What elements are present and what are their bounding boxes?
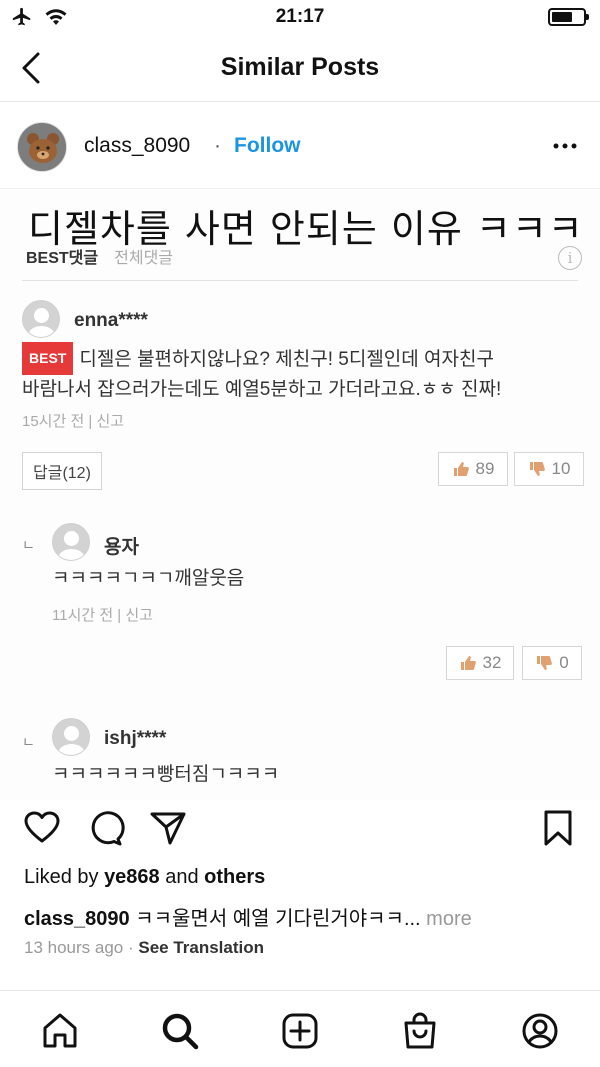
bottom-tab-bar: [0, 990, 600, 1067]
avatar[interactable]: [17, 122, 67, 172]
comment-line: 디젤은 불편하지않나요? 제친구! 5디젤인데 여자친구: [79, 349, 494, 370]
battery-icon: [548, 8, 589, 26]
profile-icon: [522, 1013, 558, 1049]
upvote-button: 32: [446, 646, 514, 680]
comment-text: BEST 디젤은 불편하지않나요? 제친구! 5디젤인데 여자친구 바람나서 잡으…: [22, 342, 501, 404]
post-header: class_8090 · Follow: [0, 103, 600, 189]
page-title: Similar Posts: [220, 53, 380, 81]
reply-count-button: 답글(12): [22, 452, 102, 490]
status-bar: 21:17: [0, 0, 600, 36]
follow-button[interactable]: Follow: [234, 134, 301, 158]
tab-create[interactable]: [280, 1011, 320, 1051]
save-button[interactable]: [538, 808, 578, 853]
comment-icon: [91, 811, 125, 846]
comment-button[interactable]: [86, 808, 126, 853]
tab-profile[interactable]: [520, 1011, 560, 1051]
clock: 21:17: [275, 6, 325, 27]
separator-dot: ·: [214, 134, 221, 157]
caption-username[interactable]: class_8090: [24, 908, 130, 930]
more-icon: [553, 143, 577, 149]
divider: [22, 280, 578, 281]
post-image[interactable]: 디젤차를 사면 안되는 이유 ㅋㅋㅋ BEST댓글 전체댓글 i enna****…: [0, 190, 600, 800]
downvote-button: 10: [514, 452, 584, 486]
comment-text: ㅋㅋㅋㅋㄱㅋㄱ깨알웃음: [52, 568, 245, 589]
likes-summary[interactable]: Liked by ye868 and others: [24, 866, 265, 889]
caption-more-link[interactable]: more: [426, 908, 472, 930]
add-post-icon: [282, 1013, 318, 1049]
like-button[interactable]: [22, 808, 62, 853]
liked-by-others[interactable]: others: [204, 866, 265, 888]
post-caption: class_8090 ㅋㅋ울면서 예열 기다린거야ㅋㅋ... more: [24, 902, 472, 931]
post-actions: [0, 806, 600, 856]
comment-author: 용자: [104, 537, 139, 558]
search-icon: [162, 1013, 199, 1050]
tab-all-comments: 전체댓글: [114, 250, 174, 267]
thumbs-down-icon: [529, 462, 545, 476]
heart-icon: [24, 811, 60, 843]
comment-line: 바람나서 잡으러가는데도 예열5분하고 가더라고요.ㅎㅎ 진짜!: [22, 379, 502, 400]
comment-avatar: [52, 718, 90, 756]
comment-meta: 11시간 전 | 신고: [52, 607, 153, 624]
reply-marker: ㄴ: [22, 537, 35, 553]
post-meta: 13 hours ago · See Translation: [24, 938, 265, 957]
comment-avatar: [52, 523, 90, 561]
thumbs-up-icon: [460, 656, 476, 670]
tab-home[interactable]: [40, 1011, 80, 1051]
share-button[interactable]: [148, 808, 188, 853]
reply-marker: ㄴ: [22, 734, 35, 750]
see-translation-link[interactable]: See Translation: [138, 938, 264, 957]
comment-author: enna****: [74, 310, 148, 331]
thumbs-down-icon: [537, 656, 553, 670]
bookmark-icon: [544, 810, 572, 846]
best-badge: BEST: [22, 342, 74, 375]
home-icon: [43, 1013, 77, 1048]
more-options-button[interactable]: [552, 138, 578, 154]
share-icon: [150, 812, 186, 845]
tab-search[interactable]: [160, 1011, 200, 1051]
post-username[interactable]: class_8090: [84, 134, 190, 158]
shop-icon: [404, 1012, 436, 1049]
upvote-button: 89: [438, 452, 508, 486]
comment-meta: 15시간 전 | 신고: [22, 413, 125, 430]
thumbs-up-icon: [453, 462, 469, 476]
tab-shop[interactable]: [400, 1011, 440, 1051]
tab-best-comments: BEST댓글: [26, 250, 99, 267]
comment-text: ㅋㅋㅋㅋㅋㅋ빵터짐ㄱㅋㅋㅋ: [52, 764, 280, 785]
comment-avatar: [22, 300, 60, 338]
liked-by-user[interactable]: ye868: [104, 866, 160, 888]
top-nav-bar: Similar Posts: [0, 36, 600, 102]
info-icon: i: [558, 246, 582, 270]
comment-author: ishj****: [104, 728, 167, 749]
downvote-button: 0: [522, 646, 582, 680]
comment-tabs: BEST댓글 전체댓글: [26, 244, 173, 268]
caption-text: ㅋㅋ울면서 예열 기다린거야ㅋㅋ...: [129, 908, 427, 930]
post-timestamp: 13 hours ago: [24, 938, 124, 957]
